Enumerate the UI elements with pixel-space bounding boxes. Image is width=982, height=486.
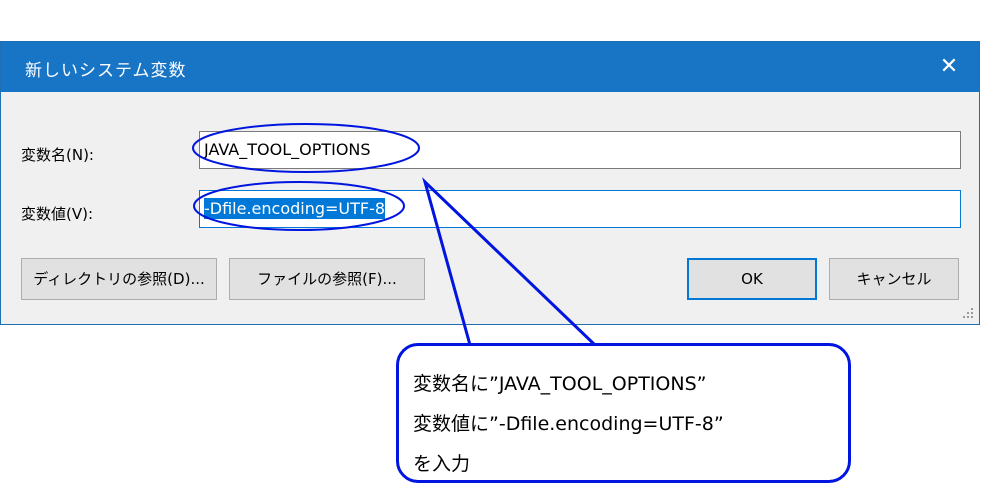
variable-value-text: -Dfile.encoding=UTF-8 [204, 198, 386, 219]
variable-name-label: 変数名(N): [21, 146, 94, 164]
callout-line-1: 変数名に”JAVA_TOOL_OPTIONS” [413, 373, 707, 395]
instruction-callout: 変数名に”JAVA_TOOL_OPTIONS” 変数値に”-Dfile.enco… [396, 343, 851, 483]
callout-line-3: を入力 [413, 453, 471, 475]
callout-line-2: 変数値に”-Dfile.encoding=UTF-8” [413, 413, 724, 435]
cancel-button[interactable]: キャンセル [829, 258, 959, 300]
variable-name-text: JAVA_TOOL_OPTIONS [204, 140, 371, 159]
close-icon[interactable]: ✕ [933, 51, 965, 83]
variable-value-input[interactable]: -Dfile.encoding=UTF-8 [199, 190, 961, 228]
browse-directory-button[interactable]: ディレクトリの参照(D)... [21, 258, 217, 300]
dialog-title: 新しいシステム変数 [25, 61, 187, 81]
new-system-variable-dialog: 新しいシステム変数 ✕ 変数名(N): JAVA_TOOL_OPTIONS 変数… [0, 41, 980, 325]
variable-name-input[interactable]: JAVA_TOOL_OPTIONS [199, 131, 961, 169]
browse-file-button[interactable]: ファイルの参照(F)... [229, 258, 425, 300]
ok-button[interactable]: OK [687, 258, 817, 300]
dialog-titlebar[interactable]: 新しいシステム変数 ✕ [1, 42, 979, 92]
variable-value-label: 変数値(V): [21, 205, 94, 223]
resize-grip-icon[interactable] [961, 306, 975, 320]
